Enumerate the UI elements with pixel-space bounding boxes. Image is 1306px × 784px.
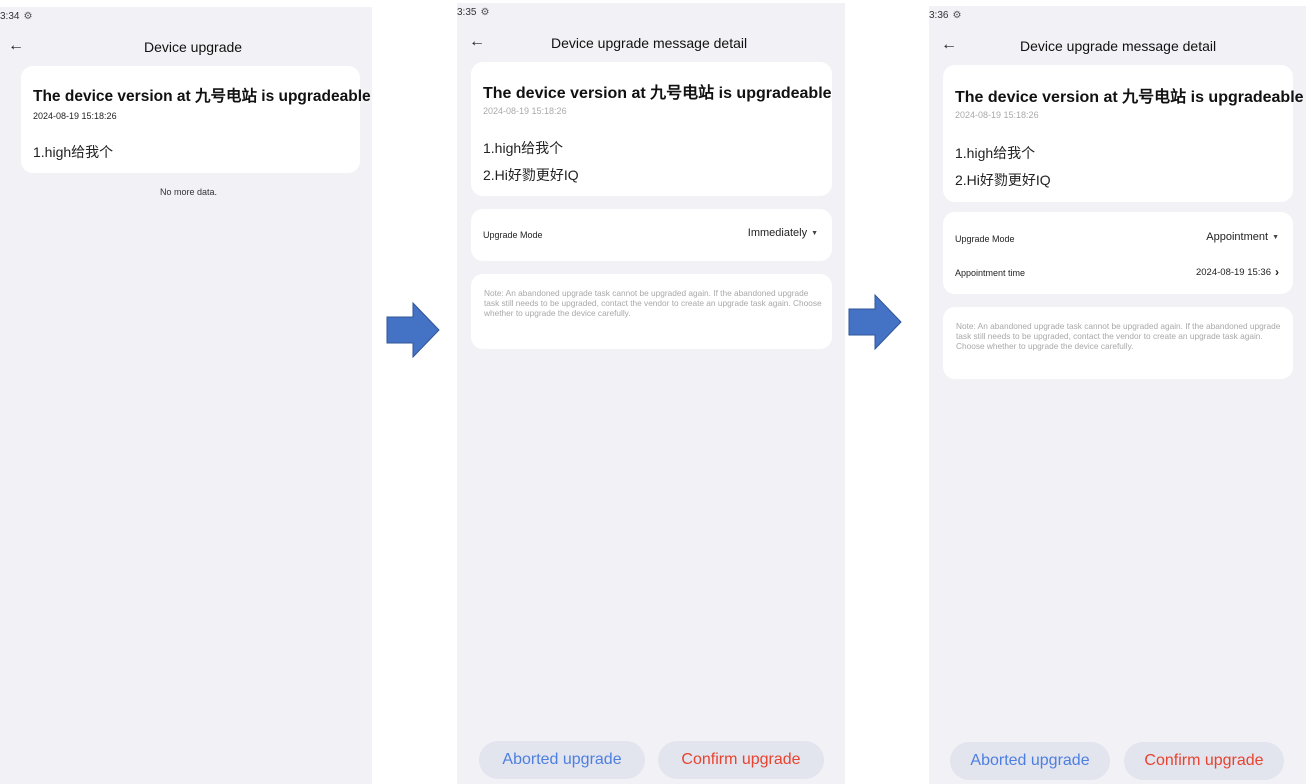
status-bar: 3:35 ⚙ <box>457 7 489 18</box>
flow-arrow-icon <box>386 302 440 358</box>
note-card: Note: An abandoned upgrade task cannot b… <box>471 274 832 349</box>
settings-gear-icon: ⚙ <box>23 11 33 22</box>
upgrade-mode-select[interactable]: Immediately ▼ <box>748 227 818 239</box>
upgrade-mode-card: Upgrade Mode Appointment ▼ Appointment t… <box>943 212 1293 294</box>
list-item: 2.Hi好勠更好IQ <box>955 172 1051 188</box>
list-item: 1.high给我个 <box>483 140 564 156</box>
confirm-upgrade-button[interactable]: Confirm upgrade <box>658 741 824 779</box>
appointment-time-label: Appointment time <box>955 268 1026 278</box>
upgrade-mode-label: Upgrade Mode <box>483 230 543 240</box>
status-bar: 3:34 ⚙ <box>0 11 32 22</box>
page-title: Device upgrade message detail <box>551 35 748 51</box>
appointment-time-value: 2024-08-19 15:36 <box>1195 266 1271 278</box>
list-item: 1.high给我个 <box>955 145 1036 161</box>
back-arrow-icon[interactable]: ← <box>941 36 957 54</box>
upgrade-mode-label: Upgrade Mode <box>955 234 1015 244</box>
list-item: 2.Hi好勠更好IQ <box>483 167 579 183</box>
screen-upgrade-detail-immediately: 3:35 ⚙ ← Device upgrade message detail T… <box>457 3 845 784</box>
appointment-time-picker[interactable]: 2024-08-19 15:36 › <box>1196 265 1279 279</box>
back-arrow-icon[interactable]: ← <box>469 33 485 51</box>
aborted-upgrade-button[interactable]: Aborted upgrade <box>479 741 645 779</box>
card-title: The device version at 九号电站 is upgradeabl… <box>33 88 371 105</box>
status-time: 3:35 <box>457 7 477 18</box>
confirm-upgrade-button[interactable]: Confirm upgrade <box>1124 742 1284 780</box>
list-item: 1.high给我个 <box>33 144 114 160</box>
screen-upgrade-detail-appointment: 3:36 ⚙ ← Device upgrade message detail T… <box>929 6 1306 784</box>
note-text: Note: An abandoned upgrade task cannot b… <box>956 321 1281 351</box>
upgrade-message-card: The device version at 九号电站 is upgradeabl… <box>471 62 832 196</box>
upgrade-mode-value: Immediately <box>747 227 808 239</box>
settings-gear-icon: ⚙ <box>952 10 962 21</box>
flow-arrow-icon <box>848 294 902 350</box>
card-date: 2024-08-19 15:18:26 <box>955 110 1039 120</box>
chevron-right-icon: › <box>1275 265 1279 279</box>
caret-down-icon: ▼ <box>1272 233 1279 241</box>
card-title: The device version at 九号电站 is upgradeabl… <box>955 89 1304 106</box>
page-title: Device upgrade <box>144 39 243 55</box>
upgrade-mode-value: Appointment <box>1206 231 1269 243</box>
status-bar: 3:36 ⚙ <box>929 10 961 21</box>
settings-gear-icon: ⚙ <box>480 7 490 18</box>
upgrade-mode-select[interactable]: Appointment ▼ <box>1206 231 1279 243</box>
aborted-upgrade-button[interactable]: Aborted upgrade <box>950 742 1110 780</box>
status-time: 3:34 <box>0 11 20 22</box>
back-arrow-icon[interactable]: ← <box>8 37 24 55</box>
upgrade-message-card: The device version at 九号电站 is upgradeabl… <box>943 65 1304 202</box>
screen-device-upgrade-list: 3:34 ⚙ ← Device upgrade The device versi… <box>0 7 372 784</box>
upgrade-mode-card: Upgrade Mode Immediately ▼ <box>471 209 832 261</box>
upgrade-message-card[interactable]: The device version at 九号电站 is upgradeabl… <box>21 66 371 173</box>
note-card: Note: An abandoned upgrade task cannot b… <box>943 307 1293 379</box>
status-time: 3:36 <box>929 10 949 21</box>
card-date: 2024-08-19 15:18:26 <box>33 111 117 121</box>
caret-down-icon: ▼ <box>811 229 818 237</box>
card-title: The device version at 九号电站 is upgradeabl… <box>483 85 832 102</box>
card-date: 2024-08-19 15:18:26 <box>483 106 567 116</box>
note-text: Note: An abandoned upgrade task cannot b… <box>484 288 822 318</box>
page-title: Device upgrade message detail <box>1020 38 1217 54</box>
no-more-data-text: No more data. <box>160 187 218 197</box>
